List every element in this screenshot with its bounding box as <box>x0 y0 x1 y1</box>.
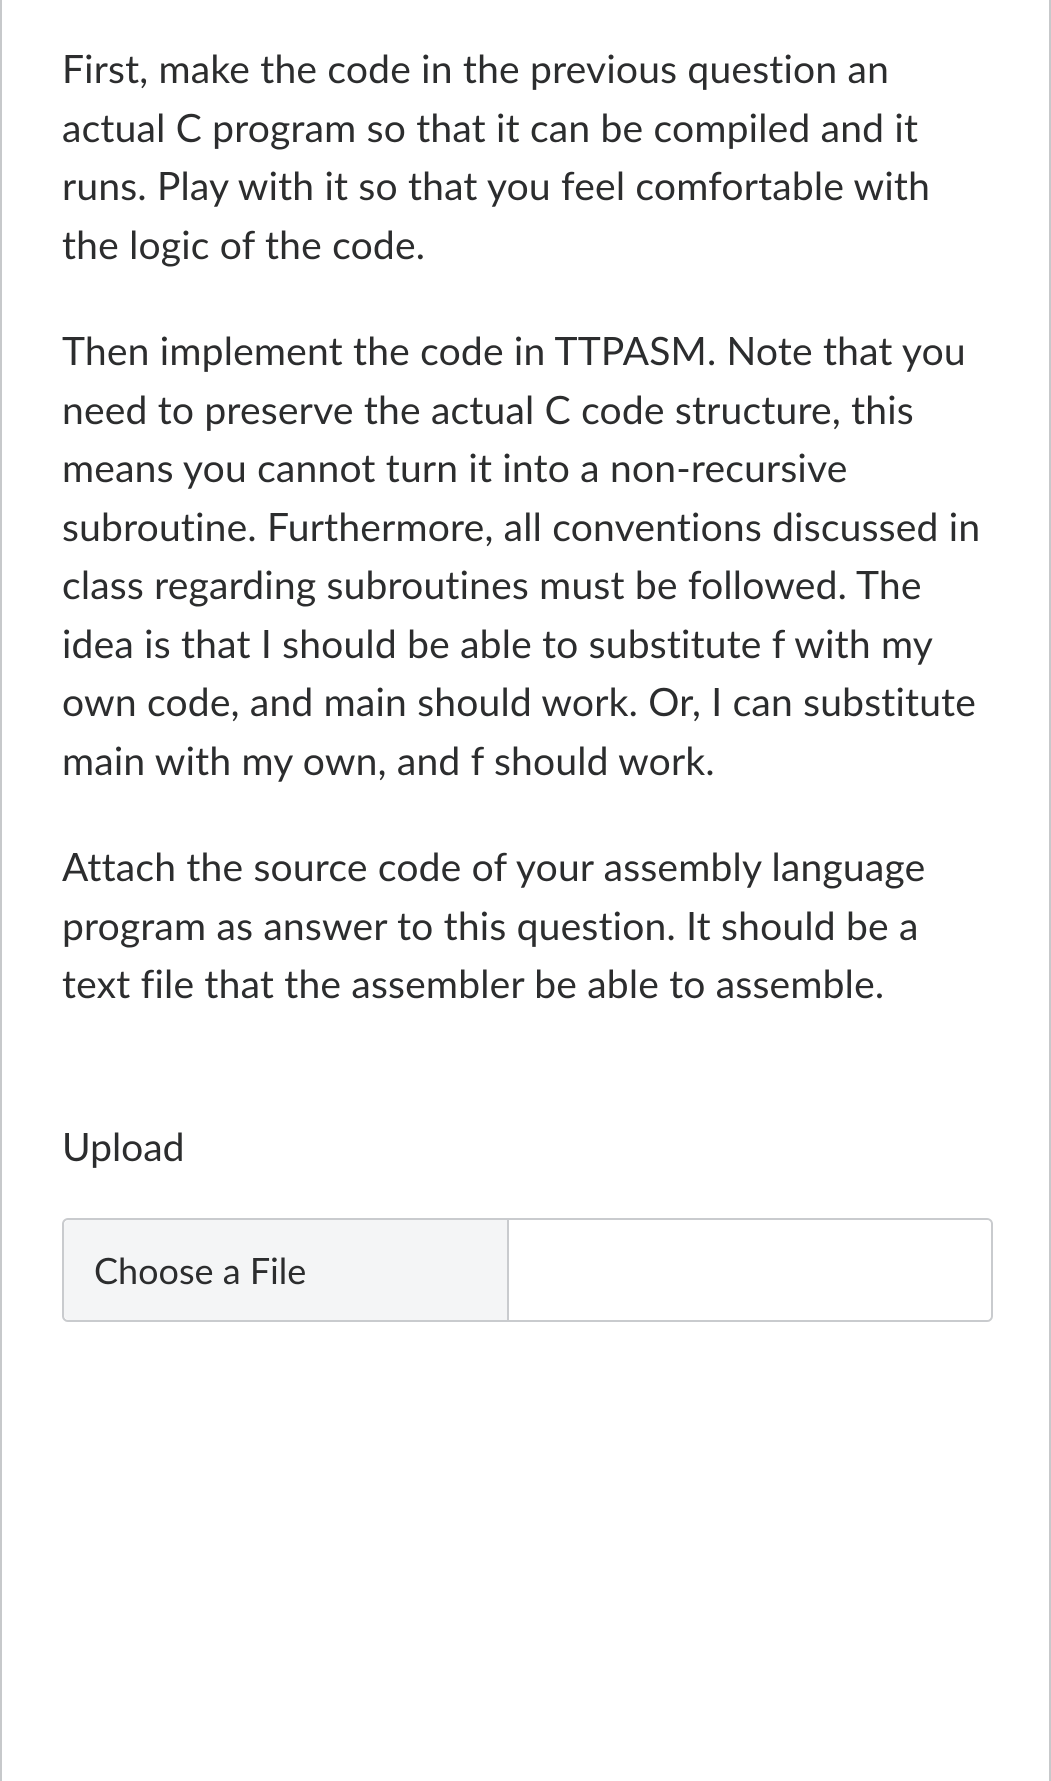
question-body: First, make the code in the previous que… <box>62 40 989 1014</box>
question-paragraph-3: Attach the source code of your assembly … <box>62 838 989 1014</box>
file-upload-control[interactable]: Choose a File <box>62 1218 993 1322</box>
question-paragraph-1: First, make the code in the previous que… <box>62 40 989 274</box>
upload-section-label: Upload <box>62 1124 989 1170</box>
choose-file-button[interactable]: Choose a File <box>64 1220 509 1320</box>
question-paragraph-2: Then implement the code in TTPASM. Note … <box>62 322 989 790</box>
selected-file-display <box>509 1220 991 1320</box>
question-panel: First, make the code in the previous que… <box>0 0 1051 1781</box>
